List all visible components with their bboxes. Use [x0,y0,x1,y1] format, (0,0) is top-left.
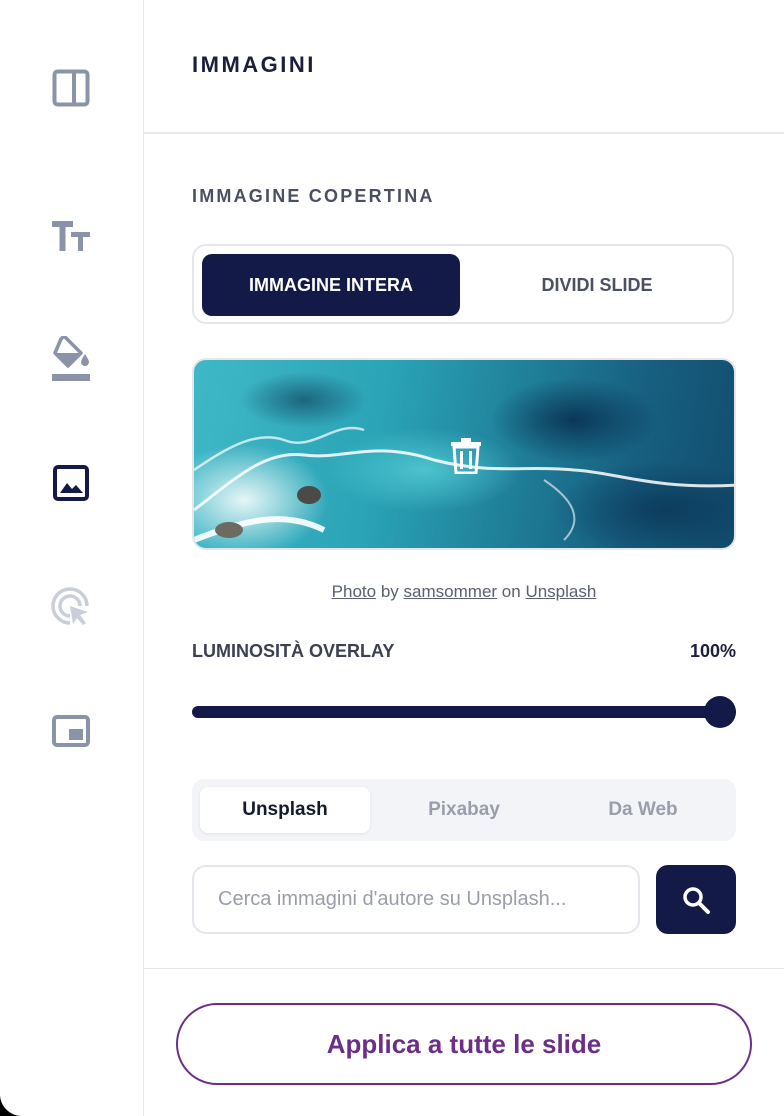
delete-image-button[interactable] [446,434,486,478]
author-link[interactable]: samsommer [404,582,498,601]
sidebar-item-embed[interactable] [46,706,96,756]
cover-image-preview[interactable] [192,358,736,550]
slider-fill [192,706,736,718]
photo-link[interactable]: Photo [332,582,376,601]
source-link[interactable]: Unsplash [525,582,596,601]
overlay-brightness-value: 100% [689,641,736,661]
image-source-tabs: Unsplash Pixabay Da Web [192,779,736,841]
overlay-brightness-label: LUMINOSITÀ OVERLAY [192,641,395,661]
paint-bucket-icon [52,336,90,381]
overlay-brightness-slider[interactable] [192,696,736,728]
tab-unsplash[interactable]: Unsplash [200,787,370,833]
split-slide-button[interactable]: DIVIDI SLIDE [468,254,726,316]
click-target-icon [51,587,89,625]
panel-title: IMMAGINI [192,52,316,77]
sidebar-item-color[interactable] [46,334,96,384]
search-input[interactable] [192,865,640,934]
slider-thumb[interactable] [704,696,736,728]
tab-da-web[interactable]: Da Web [558,787,728,833]
sidebar-item-text[interactable] [46,211,96,261]
full-image-button[interactable]: IMMAGINE INTERA [202,254,460,316]
app-frame: IMMAGINI IMMAGINE COPERTINA IMMAGINE INT… [0,0,784,1116]
section-title: IMMAGINE COPERTINA [192,186,435,206]
search-button[interactable] [656,865,736,934]
sidebar-item-layout[interactable] [46,63,96,113]
images-panel: IMMAGINI IMMAGINE COPERTINA IMMAGINE INT… [144,0,784,1116]
sidebar-item-interactive[interactable] [46,582,96,632]
trash-icon [451,438,481,474]
photo-credit: Photo by samsommer on Unsplash [192,582,736,602]
panel-footer: Applica a tutte le slide [144,968,784,1116]
picture-in-picture-icon [52,715,90,747]
credit-by: by [380,582,399,601]
panel-header: IMMAGINI [144,0,784,134]
search-icon [683,886,710,914]
credit-on: on [501,582,521,601]
layout-toggle: IMMAGINE INTERA DIVIDI SLIDE [192,244,734,324]
sidebar [0,0,144,1116]
sidebar-item-images[interactable] [46,458,96,508]
apply-to-all-button[interactable]: Applica a tutte le slide [176,1003,752,1085]
image-icon [53,465,89,501]
text-size-icon [52,221,90,251]
tab-pixabay[interactable]: Pixabay [379,787,549,833]
layout-panel-icon [52,69,90,107]
